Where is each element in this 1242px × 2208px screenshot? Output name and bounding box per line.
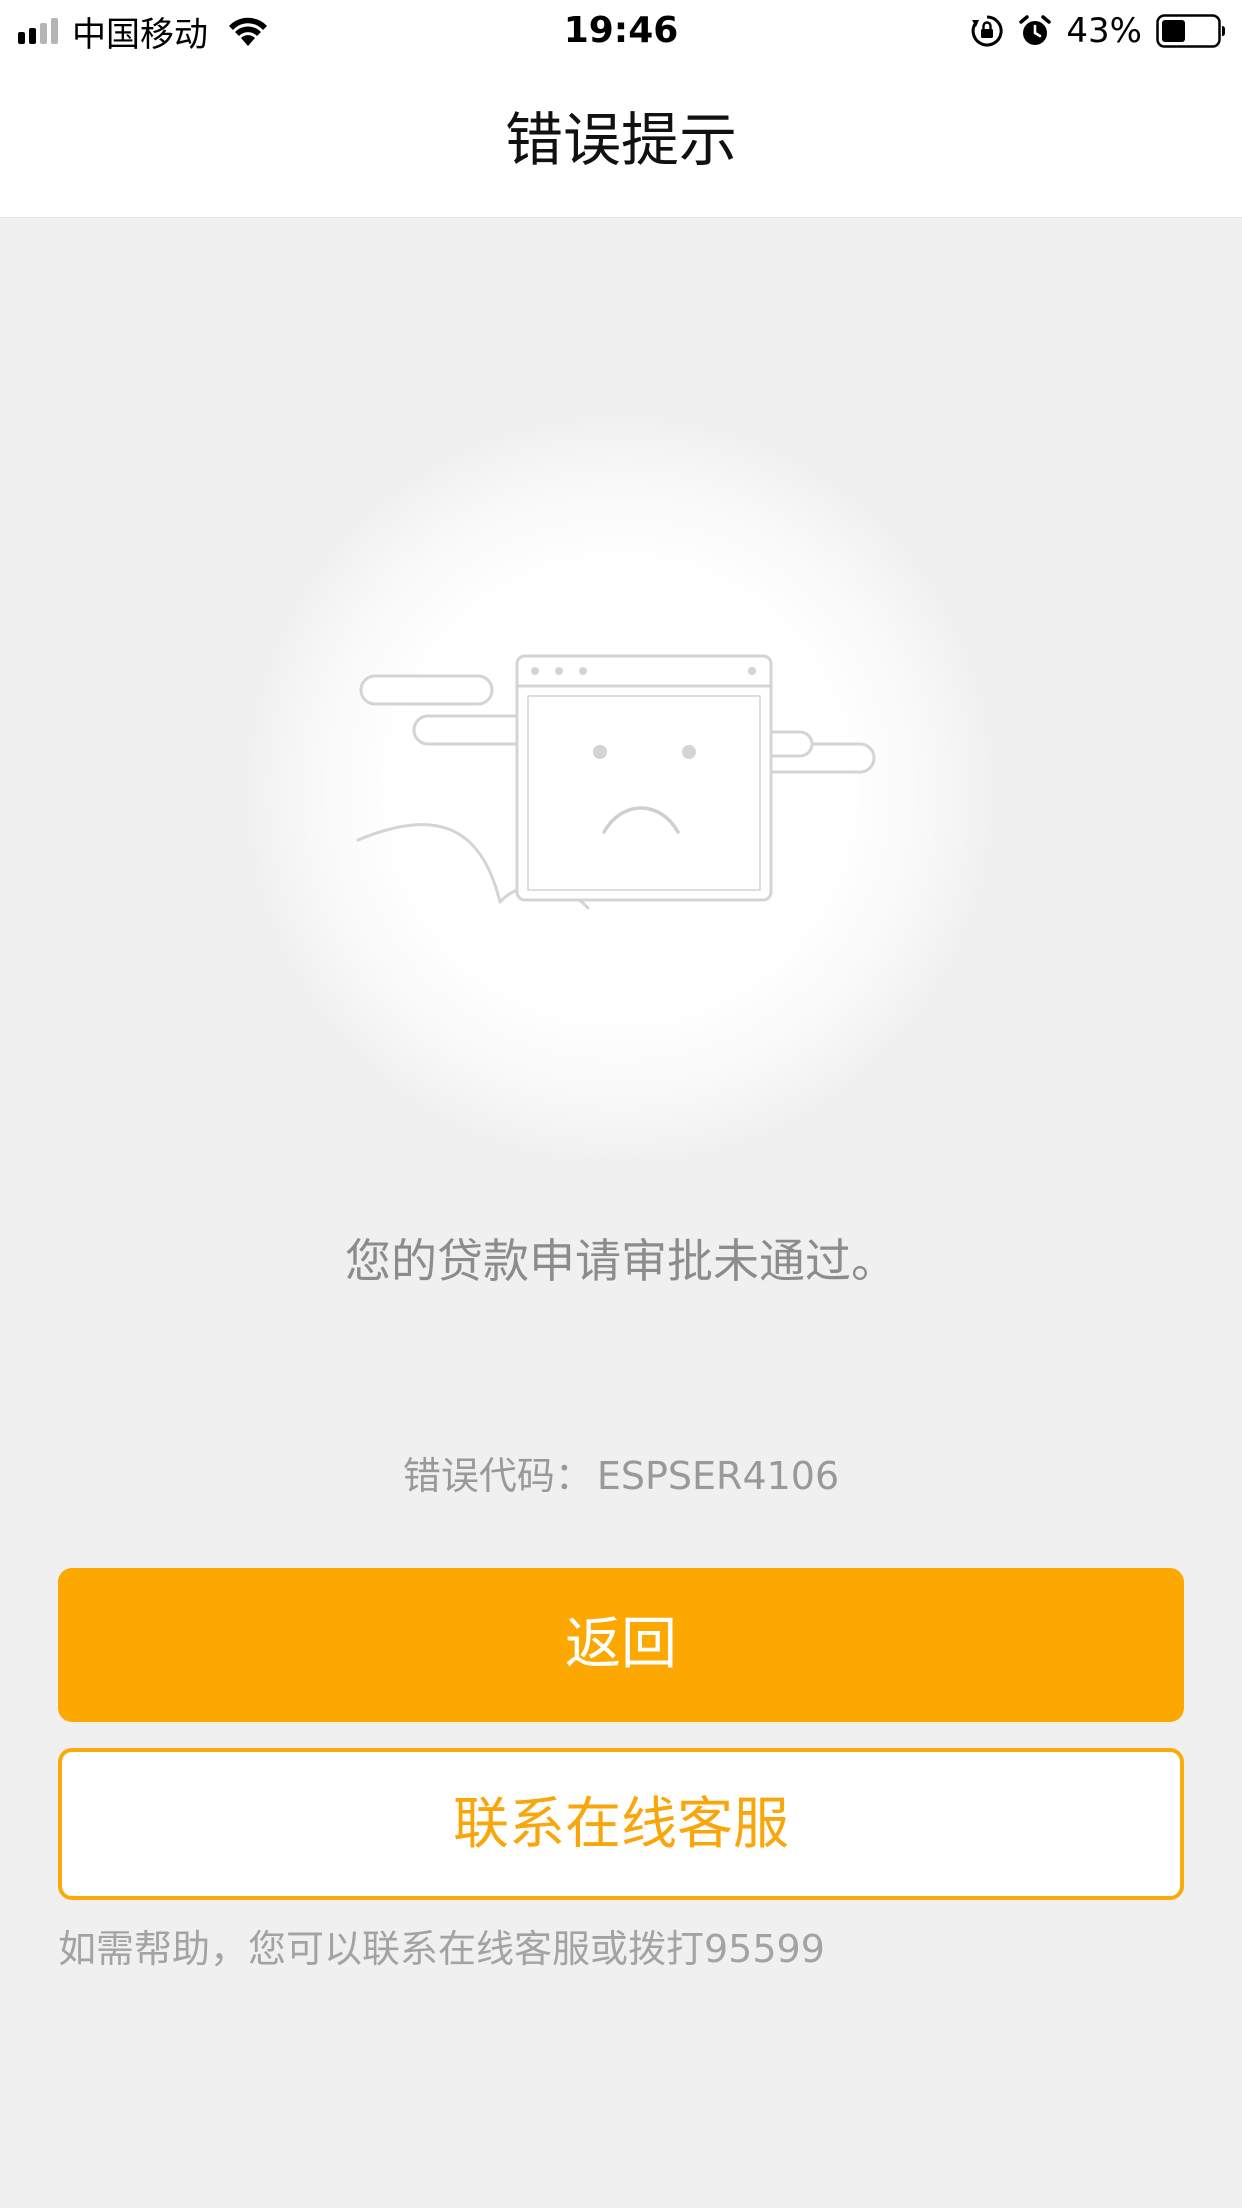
battery-icon [1156, 14, 1225, 48]
alarm-icon [1019, 15, 1052, 45]
error-code-label: 错误代码： [402, 1454, 593, 1498]
nav-bar: 错误提示 [0, 62, 1242, 218]
error-code-value: ESPSER4106 [596, 1454, 840, 1498]
status-bar: 中国移动 19:46 43% [0, 0, 1242, 62]
contact-service-button[interactable]: 联系在线客服 [58, 1748, 1184, 1900]
battery-percent: 43% [1066, 11, 1142, 51]
error-message: 您的贷款申请审批未通过。 [345, 1234, 897, 1288]
error-code: 错误代码： ESPSER4106 [0, 1445, 1242, 1500]
help-text: 如需帮助，您可以联系在线客服或拨打95599 [58, 1927, 825, 1971]
sad-browser-window-icon [356, 654, 876, 910]
back-button[interactable]: 返回 [58, 1568, 1184, 1722]
status-bar-right: 43% [970, 0, 1226, 62]
rotation-lock-icon [972, 15, 1004, 47]
page-title: 错误提示 [504, 106, 737, 174]
